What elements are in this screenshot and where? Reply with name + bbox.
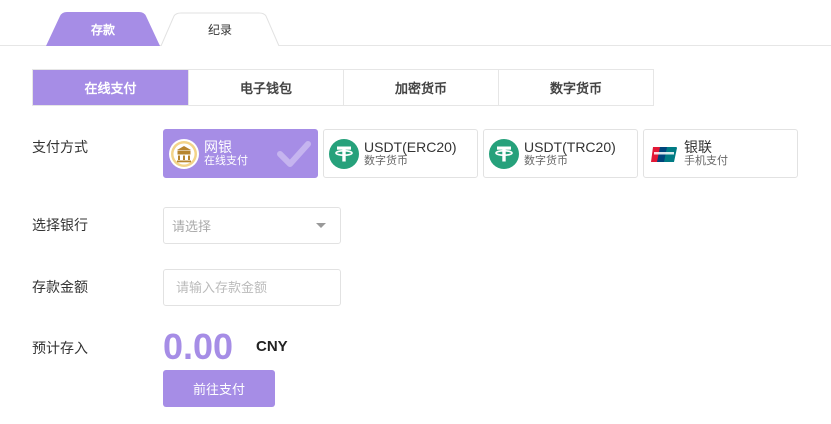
amount-input[interactable] — [163, 269, 341, 306]
tab-records-label: 纪录 — [207, 22, 232, 37]
estimate-value: 0.00 — [163, 326, 234, 367]
amount-label: 存款金额 — [32, 279, 88, 295]
tab-e-wallet[interactable]: 电子钱包 — [188, 70, 343, 105]
pay-option-title: USDT(TRC20) — [524, 139, 616, 156]
pay-option-subtitle: 数字货币 — [524, 155, 568, 168]
tab-deposit-label: 存款 — [90, 22, 115, 37]
pay-method-options: 网银 在线支付 USDT(ERC20) 数字货币 USDT(TRC20) 数字货… — [163, 129, 798, 178]
pay-option-title: 银联 — [684, 139, 712, 156]
pay-option-usdt-erc20[interactable]: USDT(ERC20) 数字货币 — [323, 129, 478, 178]
check-icon — [277, 141, 311, 167]
tab-deposit[interactable]: 存款 — [46, 12, 160, 46]
pay-option-subtitle: 手机支付 — [684, 155, 728, 168]
top-tab-bar: 存款 纪录 — [0, 0, 831, 46]
unionpay-icon — [651, 146, 677, 162]
go-to-pay-button[interactable]: 前往支付 — [163, 370, 275, 407]
tab-digital-currency[interactable]: 数字货币 — [498, 70, 653, 105]
chevron-down-icon — [316, 223, 326, 228]
tab-online-payment[interactable]: 在线支付 — [33, 70, 188, 105]
pay-option-unionpay[interactable]: 银联 手机支付 — [643, 129, 798, 178]
payment-category-tabs: 在线支付 电子钱包 加密货币 数字货币 — [32, 69, 654, 106]
bank-icon — [169, 138, 199, 169]
tab-crypto[interactable]: 加密货币 — [343, 70, 498, 105]
tab-records[interactable]: 纪录 — [160, 12, 280, 46]
tether-icon — [329, 138, 359, 169]
bank-select[interactable]: 请选择 — [163, 207, 341, 244]
bank-label: 选择银行 — [32, 217, 88, 233]
pay-option-title: 网银 — [204, 139, 232, 156]
pay-option-online-banking[interactable]: 网银 在线支付 — [163, 129, 318, 178]
pay-option-subtitle: 数字货币 — [364, 155, 408, 168]
estimate-currency: CNY — [256, 338, 288, 355]
pay-option-title: USDT(ERC20) — [364, 139, 457, 156]
pay-method-label: 支付方式 — [32, 139, 88, 155]
estimate-label: 预计存入 — [32, 340, 88, 356]
pay-option-subtitle: 在线支付 — [204, 155, 248, 168]
pay-option-usdt-trc20[interactable]: USDT(TRC20) 数字货币 — [483, 129, 638, 178]
bank-select-placeholder: 请选择 — [172, 219, 212, 234]
tether-icon — [489, 138, 519, 169]
